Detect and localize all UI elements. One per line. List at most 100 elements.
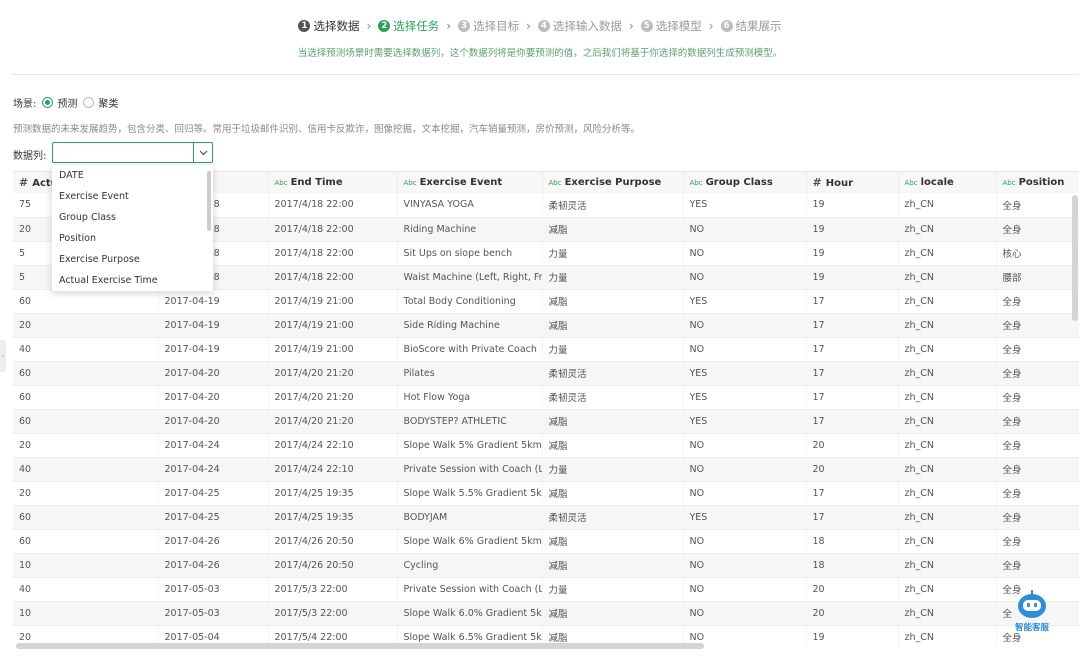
table-cell: 19 (806, 193, 899, 218)
table-cell: 60 (13, 409, 159, 434)
table-cell: 20 (806, 577, 899, 602)
dropdown-scrollbar[interactable] (207, 171, 211, 231)
step-separator: › (446, 19, 452, 33)
table-cell: 2017/4/19 21:00 (268, 289, 398, 314)
dropdown-option[interactable]: Actual Exercise Time (52, 270, 213, 291)
radio-cluster-label[interactable]: 聚类 (98, 95, 118, 110)
step-5[interactable]: 5 选择模型 (640, 18, 702, 34)
radio-predict-label[interactable]: 预测 (57, 95, 77, 110)
table-cell: 全身 (996, 313, 1079, 338)
column-header[interactable]: Abc Position (996, 172, 1079, 193)
table-cell: NO (683, 433, 807, 458)
table-cell: 减脂 (542, 313, 684, 338)
table-cell: 减脂 (542, 481, 684, 506)
assistant-label[interactable]: 智能客服 (1014, 621, 1049, 633)
table-cell: 60 (13, 385, 159, 410)
table-row: 20 2017-04-19 2017/4/19 21:00 Side Riding M… (13, 313, 1079, 338)
step-label: 结果展示 (735, 19, 782, 33)
table-cell: 2017-04-19 (158, 289, 269, 314)
column-header[interactable]: Abc Group Class (683, 172, 807, 193)
table-cell: YES (683, 289, 807, 314)
table-cell: 全身 (996, 553, 1079, 578)
table-cell: 20 (13, 481, 159, 506)
table-cell: 2017-04-26 (158, 553, 269, 578)
step-separator: › (526, 19, 531, 33)
radio-cluster[interactable] (83, 96, 95, 108)
step-6[interactable]: 6 结果展示 (720, 18, 782, 34)
chevron-left-icon[interactable]: ‹ (0, 340, 6, 372)
table-cell: 全身 (996, 337, 1079, 362)
table-cell: Private Session with Coach (Legs (397, 577, 543, 602)
robot-icon[interactable] (1018, 590, 1046, 618)
table-cell: 60 (13, 361, 159, 386)
table-cell: 60 (13, 529, 159, 554)
table-cell: Hot Flow Yoga (397, 385, 543, 410)
table-cell: zh_CN (898, 241, 997, 266)
table-row: 60 2017-04-20 2017/4/20 21:20 Pilates 柔韧灵活 YE… (13, 361, 1079, 386)
table-cell: 19 (806, 241, 899, 266)
vertical-scrollbar[interactable] (1072, 195, 1078, 321)
table-cell: zh_CN (898, 625, 997, 647)
column-header[interactable]: Abc Exercise Event (397, 172, 543, 193)
table-cell: 全身 (996, 385, 1079, 410)
table-cell: VINYASA YOGA (397, 193, 543, 218)
step-4[interactable]: 4 选择输入数据 (537, 18, 622, 34)
dropdown-option[interactable]: Exercise Event (52, 186, 213, 207)
column-header[interactable]: Abc locale (898, 172, 997, 193)
step-label: 选择任务 (393, 19, 440, 33)
table-cell: YES (683, 409, 807, 434)
step-1[interactable]: 1 选择数据 (298, 18, 359, 34)
table-cell: zh_CN (898, 601, 997, 626)
step-number: 3 (458, 20, 471, 32)
table-cell: NO (683, 553, 807, 578)
table-cell: BODYJAM (397, 505, 543, 530)
table-cell: NO (683, 217, 807, 242)
table-cell: Waist Machine (Left, Right, Front (397, 265, 543, 290)
column-header[interactable]: # Hour (806, 172, 899, 193)
table-cell: BODYSTEP? ATHLETIC (397, 409, 543, 434)
column-header-label: Position (1018, 177, 1065, 188)
table-cell: 2017/4/26 20:50 (268, 529, 398, 554)
table-cell: 减脂 (542, 433, 684, 458)
dropdown-option[interactable]: Exercise Purpose (52, 249, 213, 270)
table-cell: zh_CN (898, 409, 997, 434)
dropdown-option[interactable]: Position (52, 228, 213, 249)
table-cell: 2017/4/24 22:10 (268, 433, 398, 458)
column-header[interactable]: Abc End Time (268, 172, 398, 193)
step-label: 选择数据 (313, 19, 360, 33)
chevron-down-icon[interactable] (193, 143, 212, 162)
dropdown-option[interactable]: DATE (52, 165, 213, 186)
table-cell: 18 (806, 553, 899, 578)
step-indicator: 1 选择数据 › 2 选择任务 › 3 选择目标 › 4 选择输入数据 › 5 选择模型 › 6 结果展示 (0, 16, 1080, 36)
table-cell: 20 (806, 457, 899, 482)
table-cell: 17 (806, 409, 899, 434)
radio-predict[interactable] (42, 96, 54, 108)
table-cell: 2017/4/20 21:20 (268, 409, 398, 434)
table-row: 10 2017-04-26 2017/4/26 20:50 Cycling 减脂 NO 18… (13, 553, 1079, 578)
step-label: 选择模型 (655, 19, 702, 33)
dropdown-option[interactable]: Group Class (52, 207, 213, 228)
table-cell: zh_CN (898, 481, 997, 506)
table-cell: 减脂 (542, 289, 684, 314)
table-cell: 全身 (996, 505, 1079, 530)
step-3[interactable]: 3 选择目标 (458, 18, 519, 34)
table-cell: 全身 (996, 481, 1079, 506)
table-cell: 2017-05-03 (158, 577, 269, 602)
table-cell: zh_CN (898, 265, 997, 290)
horizontal-scrollbar[interactable] (16, 643, 704, 649)
table-cell: zh_CN (898, 385, 997, 410)
column-select[interactable] (52, 142, 213, 163)
table-row: 60 2017-04-20 2017/4/20 21:20 BODYSTEP? ATH… (13, 409, 1079, 434)
assistant-widget[interactable]: 智能客服 (1012, 590, 1052, 634)
table-cell: Side Riding Machine (397, 313, 543, 338)
text-type-icon: Abc (548, 179, 562, 187)
step-description: 当选择预测场景时需要选择数据列，这个数据列将是你要预测的值，之后我们将基于你选择… (297, 48, 783, 59)
column-header-label: locale (920, 177, 954, 188)
table-cell: 10 (13, 601, 159, 626)
column-header[interactable]: Abc Exercise Purpose (542, 172, 684, 193)
table-cell: NO (683, 601, 807, 626)
step-2[interactable]: 2 选择任务 (378, 18, 439, 34)
table-cell: 19 (806, 265, 899, 290)
table-cell: NO (683, 265, 807, 290)
table-cell: Slope Walk 5.5% Gradient 5km/h (397, 481, 543, 506)
